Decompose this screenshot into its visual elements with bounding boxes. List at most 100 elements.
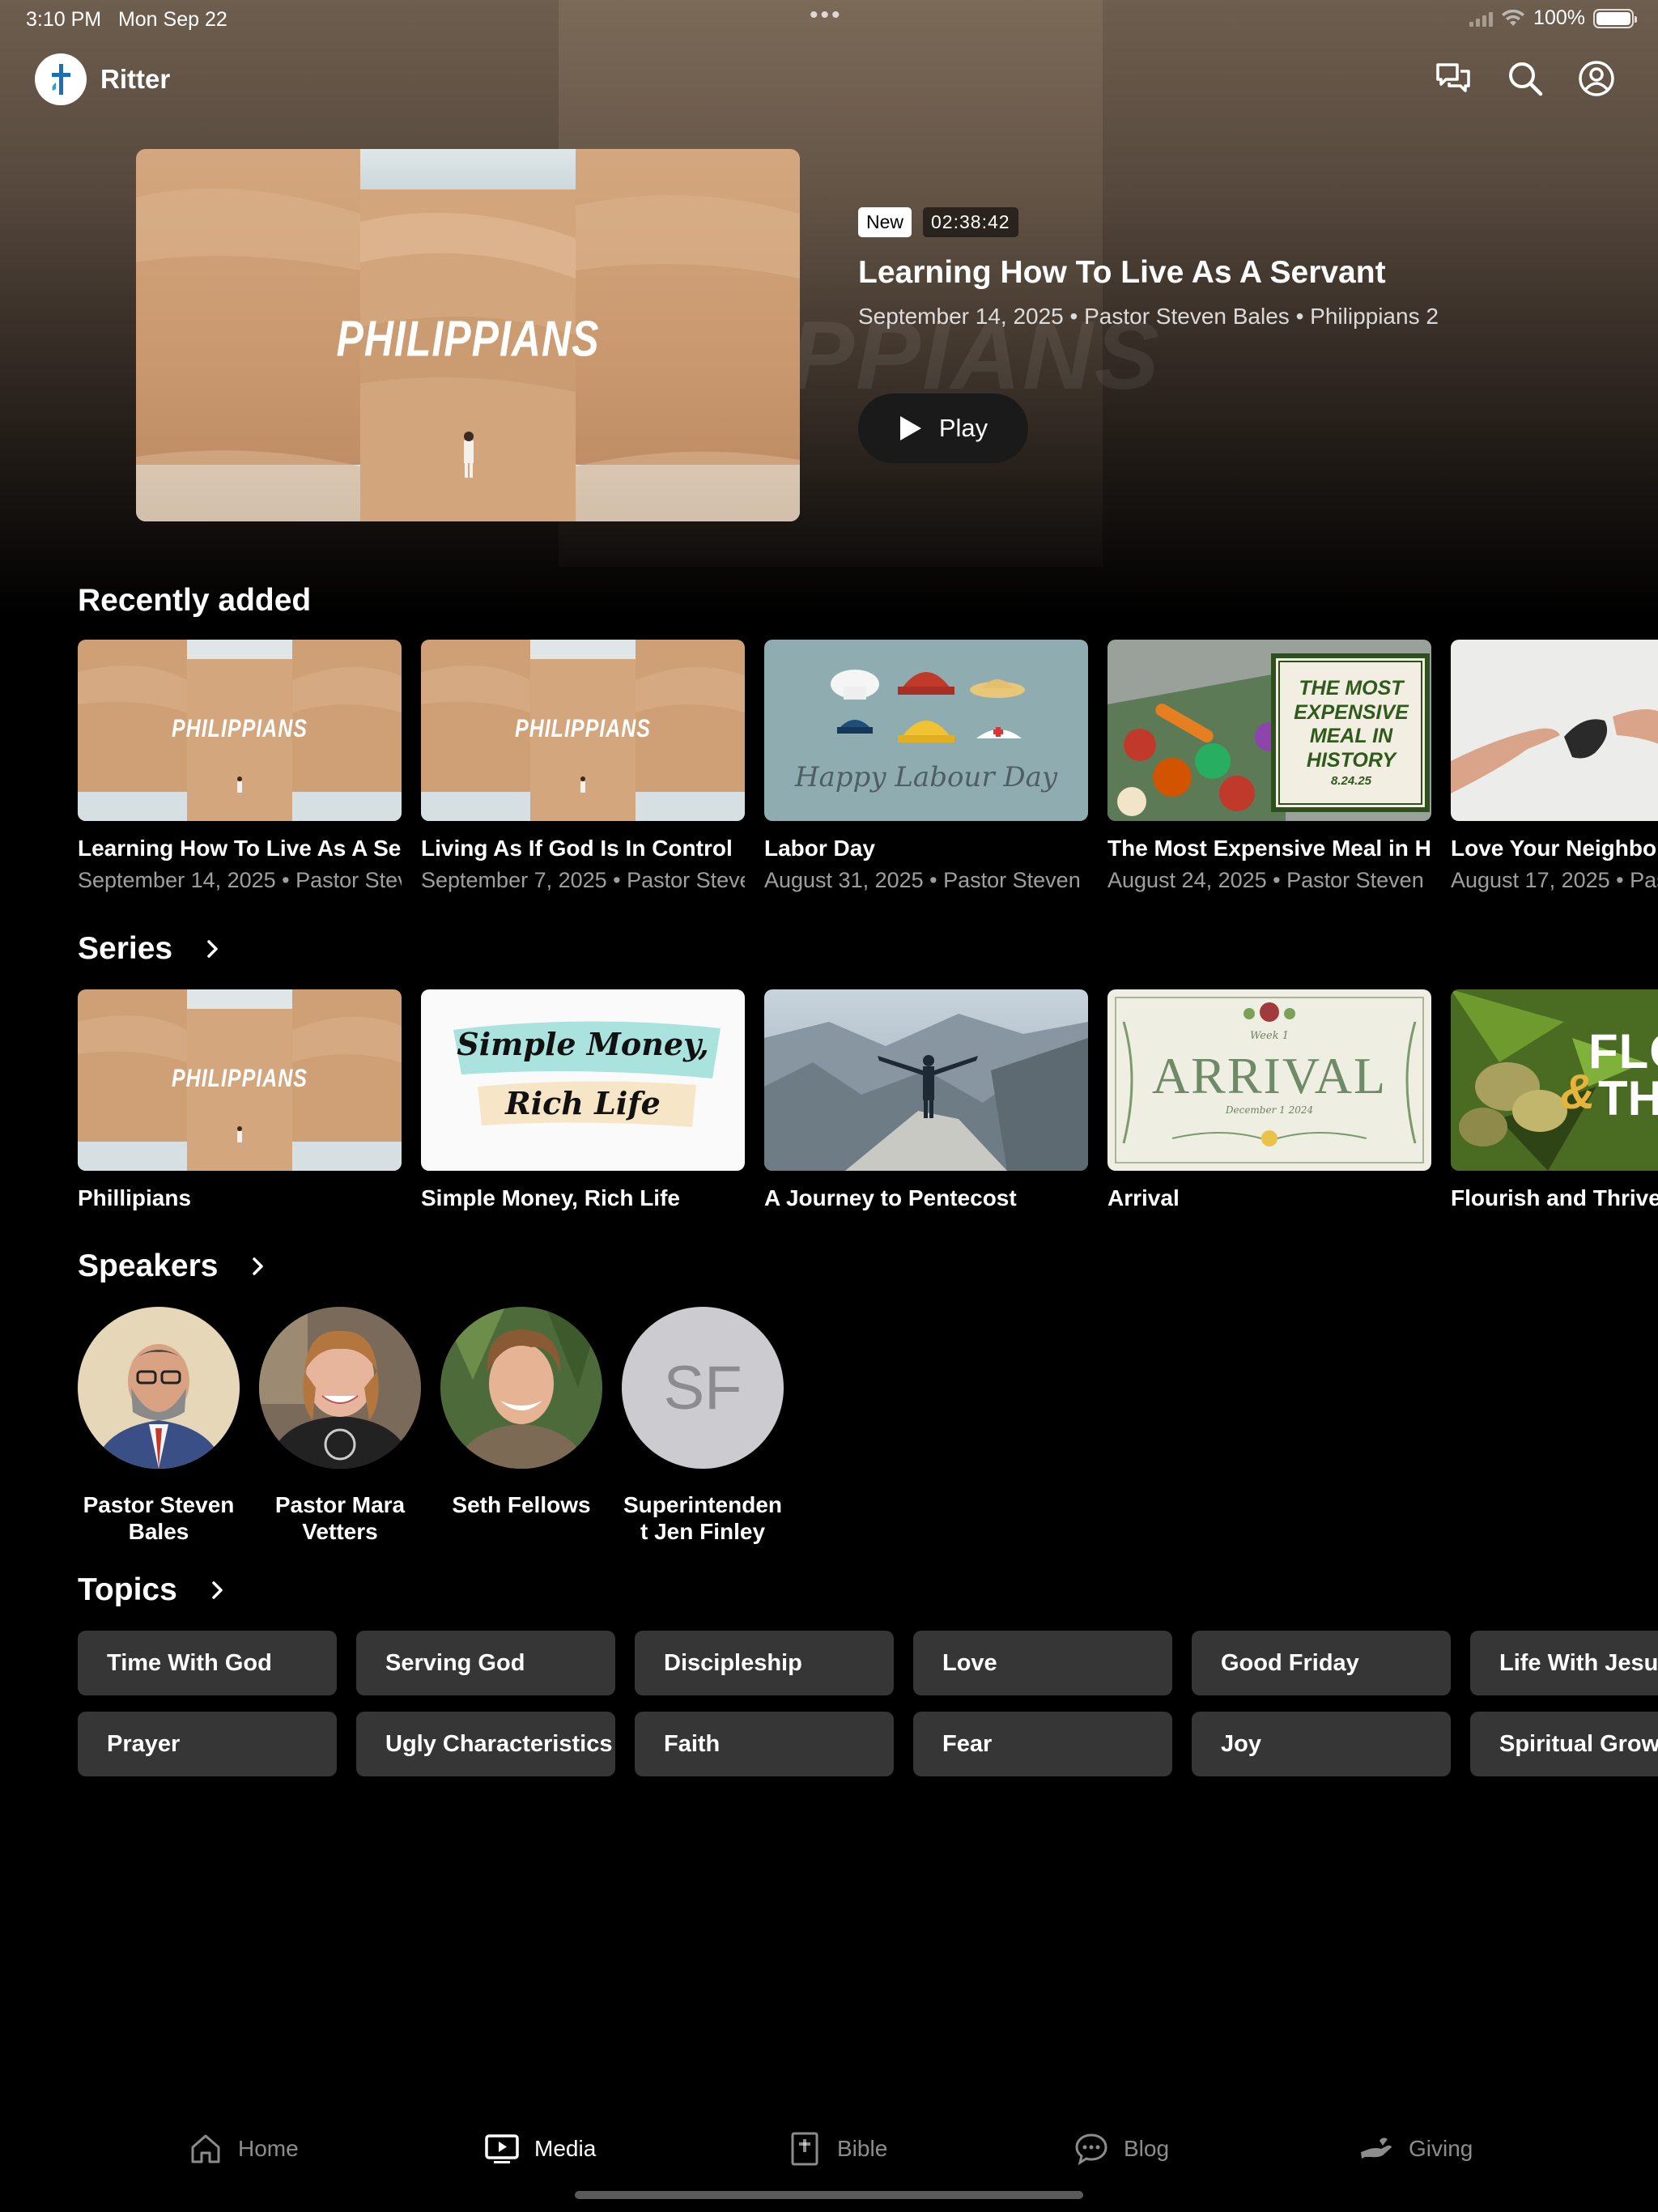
series-thumb: Week 1 ARRIVAL December 1 2024 xyxy=(1107,989,1431,1171)
meal-thumb-line: EXPENSIVE xyxy=(1294,700,1409,724)
church-logo[interactable] xyxy=(35,53,87,105)
recent-card[interactable]: PHILIPPIANS Learning How To Live As A Se… xyxy=(78,640,402,893)
speakers-heading[interactable]: Speakers xyxy=(78,1249,268,1284)
play-label: Play xyxy=(938,414,988,442)
home-indicator[interactable] xyxy=(575,2191,1083,2199)
speaker-name: Seth Fellows xyxy=(452,1492,591,1517)
topic-chip[interactable]: Spiritual Growth xyxy=(1470,1712,1658,1776)
meal-thumb-line: HISTORY xyxy=(1306,748,1397,772)
topic-chip[interactable]: Time With God xyxy=(78,1631,337,1695)
topic-chip[interactable]: Ugly Characteristics xyxy=(356,1712,615,1776)
featured-meta: September 14, 2025 • Pastor Steven Bales… xyxy=(858,304,1439,329)
wifi-icon xyxy=(1502,9,1525,26)
speaker-name: Pastor Mara Vetters xyxy=(274,1492,406,1545)
topic-chip[interactable]: Faith xyxy=(635,1712,894,1776)
cross-icon xyxy=(52,64,70,95)
speaker-initials: SF xyxy=(663,1353,742,1423)
avatar xyxy=(440,1307,602,1469)
recently-added-heading: Recently added xyxy=(78,583,312,618)
work-hats-artwork xyxy=(831,670,1025,742)
recent-card[interactable]: PHILIPPIANS Living As If God Is In Contr… xyxy=(421,640,745,893)
recent-meta: August 17, 2025 • Pastor Steven Bales xyxy=(1451,868,1658,892)
messages-icon[interactable] xyxy=(1433,58,1473,99)
topics-grid: Time With God Serving God Discipleship L… xyxy=(78,1631,1658,1793)
recent-card[interactable]: Love Your Neighbor August 17, 2025 • Pas… xyxy=(1451,640,1658,893)
topic-chip[interactable]: Love xyxy=(913,1631,1172,1695)
meal-thumb-date: 8.24.25 xyxy=(1330,774,1372,788)
recent-card[interactable]: Happy Labour Day Labor Day August 31, 20… xyxy=(764,640,1088,893)
series-thumb-line: Simple Money, xyxy=(457,1026,709,1062)
recent-title: Labor Day xyxy=(764,836,875,861)
tab-label: Blog xyxy=(1124,2136,1170,2161)
tab-label: Giving xyxy=(1409,2136,1473,2161)
play-button[interactable]: Play xyxy=(858,393,1028,463)
recent-title: Love Your Neighbor xyxy=(1451,836,1658,861)
app-name: Ritter xyxy=(100,64,171,94)
series-title: Phillipians xyxy=(78,1185,192,1210)
series-title: Arrival xyxy=(1107,1185,1180,1210)
mountain-artwork xyxy=(764,989,1088,1171)
recent-meta: September 14, 2025 • Pastor Steven Bales xyxy=(78,868,402,892)
meal-thumb-line: THE MOST xyxy=(1299,677,1404,700)
duration-badge: 02:38:42 xyxy=(923,207,1018,237)
series-thumb: FLOU & TH xyxy=(1451,989,1658,1171)
profile-icon[interactable] xyxy=(1576,58,1617,99)
series-thumb xyxy=(764,989,1088,1171)
recent-thumb: PHILIPPIANS xyxy=(421,640,745,821)
speaker-name: Superintendent Jen Finley xyxy=(623,1492,782,1545)
home-icon xyxy=(191,2134,220,2163)
status-bar: 3:10 PM Mon Sep 22 ••• 100% xyxy=(0,0,1658,39)
multitasking-dots[interactable]: ••• xyxy=(810,2,843,29)
status-date: Mon Sep 22 xyxy=(117,8,227,31)
search-icon[interactable] xyxy=(1505,58,1545,99)
tab-bible[interactable]: Bible xyxy=(787,2115,887,2183)
series-card[interactable]: PHILIPPIANS Phillipians xyxy=(78,989,402,1211)
speaker-card[interactable]: SF Superintendent Jen Finley xyxy=(622,1307,784,1545)
tab-blog[interactable]: Blog xyxy=(1073,2115,1169,2183)
series-card[interactable]: Simple Money, Rich Life Simple Money, Ri… xyxy=(421,989,745,1211)
topics-heading[interactable]: Topics xyxy=(78,1572,227,1608)
recent-title: The Most Expensive Meal in History xyxy=(1107,836,1431,861)
tab-bar: Home Media Bible Blog Giving xyxy=(0,2115,1658,2183)
series-row: PHILIPPIANS Phillipians Simple Money, Ri… xyxy=(78,989,1658,1211)
topic-chip[interactable]: Fear xyxy=(913,1712,1172,1776)
series-card[interactable]: FLOU & TH Flourish and Thrive xyxy=(1451,989,1658,1211)
speaker-card[interactable]: Pastor Steven Bales xyxy=(78,1307,240,1545)
topic-chip[interactable]: Good Friday xyxy=(1192,1631,1451,1695)
tab-home[interactable]: Home xyxy=(188,2115,299,2183)
series-heading[interactable]: Series xyxy=(78,931,223,967)
tab-media[interactable]: Media xyxy=(484,2115,596,2183)
avatar xyxy=(259,1307,421,1469)
arrival-date: December 1 2024 xyxy=(1225,1104,1314,1116)
tab-label: Home xyxy=(238,2136,299,2161)
app-header: Ritter xyxy=(0,50,1658,108)
tab-label: Bible xyxy=(837,2136,888,2161)
meal-thumb-line: MEAL IN xyxy=(1309,725,1393,747)
play-icon xyxy=(899,416,921,440)
topic-chip[interactable]: Serving God xyxy=(356,1631,615,1695)
recent-thumb-text: PHILIPPIANS xyxy=(172,714,308,743)
speaker-card[interactable]: Pastor Mara Vetters xyxy=(259,1307,421,1545)
tab-giving[interactable]: Giving xyxy=(1358,2115,1473,2183)
series-card[interactable]: Week 1 ARRIVAL December 1 2024 Arrival xyxy=(1107,989,1431,1211)
recent-card[interactable]: THE MOST EXPENSIVE MEAL IN HISTORY 8.24.… xyxy=(1107,640,1431,893)
series-thumb: Simple Money, Rich Life xyxy=(421,989,745,1171)
topic-chip[interactable]: Life With Jesus xyxy=(1470,1631,1658,1695)
topic-chip[interactable]: Discipleship xyxy=(635,1631,894,1695)
series-title: A Journey to Pentecost xyxy=(764,1185,1017,1210)
recent-thumb-text: PHILIPPIANS xyxy=(515,714,651,743)
flourish-amp: & xyxy=(1560,1065,1596,1119)
series-thumb-line: Rich Life xyxy=(505,1085,661,1121)
recent-title: Learning How To Live As A Servant xyxy=(78,836,402,861)
speaker-card[interactable]: Seth Fellows xyxy=(440,1307,602,1518)
series-card[interactable]: A Journey to Pentecost xyxy=(764,989,1088,1211)
topic-chip[interactable]: Joy xyxy=(1192,1712,1451,1776)
featured-thumbnail[interactable]: PHILIPPIANS xyxy=(136,149,800,521)
topic-chip[interactable]: Prayer xyxy=(78,1712,337,1776)
featured-title[interactable]: Learning How To Live As A Servant xyxy=(858,255,1439,291)
chevron-right-icon xyxy=(207,940,218,958)
battery-percent: 100% xyxy=(1533,6,1585,29)
avatar: SF xyxy=(622,1307,784,1469)
chevron-right-icon xyxy=(253,1257,264,1275)
recent-meta: September 7, 2025 • Pastor Steven Bales xyxy=(421,868,745,892)
